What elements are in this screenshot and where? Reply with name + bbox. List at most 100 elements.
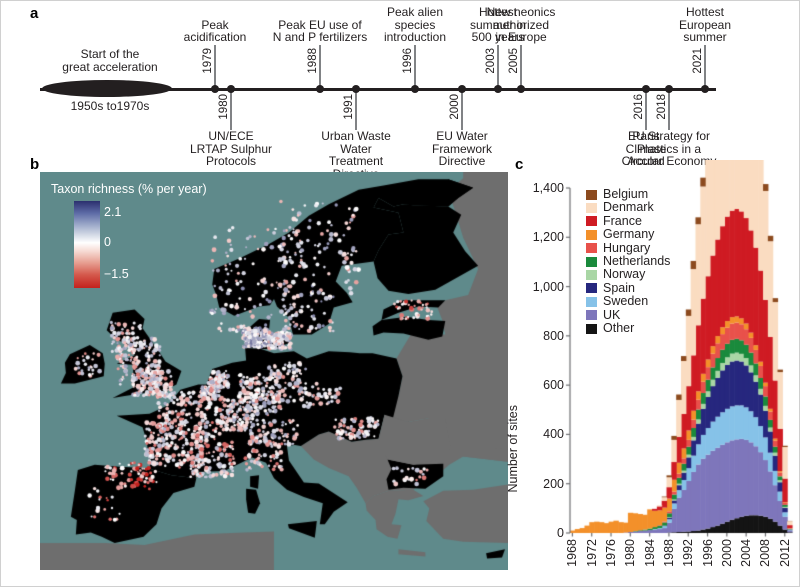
x-tick-1988: 1988 [661, 539, 676, 567]
map-legend-title: Taxon richness (% per year) [51, 182, 207, 196]
figure-root: a Start of the great acceleration 1950s … [0, 0, 800, 587]
legend-item-france[interactable]: France [586, 213, 670, 228]
timeline-stem-2005 [520, 45, 522, 88]
timeline-year-2000: 2000 [449, 94, 461, 120]
legend-label: Other [603, 320, 635, 335]
panel-b-letter: b [30, 156, 40, 173]
timeline-stem-2000 [461, 88, 463, 130]
legend-item-denmark[interactable]: Denmark [586, 200, 670, 215]
timeline-year-1991: 1991 [343, 94, 355, 120]
legend-item-norway[interactable]: Norway [586, 267, 670, 282]
timeline-label-1979: Peak acidification [183, 17, 247, 45]
map-colorbar [74, 201, 100, 288]
great-acceleration-marker [42, 80, 172, 97]
y-tick-0: 0 [557, 526, 564, 540]
legend-swatch-icon-uk [586, 310, 597, 321]
x-tick-2008: 2008 [758, 539, 773, 567]
x-tick-1980: 1980 [623, 539, 638, 567]
colorbar-tick-high: 2.1 [104, 205, 122, 219]
timeline-label-2005: New neonics authorized in Europe [486, 5, 556, 45]
timeline-stem-2016 [645, 88, 647, 130]
timeline-year-2016: 2016 [633, 94, 645, 120]
timeline-stem-1996 [414, 45, 416, 88]
timeline-stem-2021 [704, 45, 706, 88]
y-tick-1400: 1,400 [532, 181, 564, 195]
legend-item-uk[interactable]: UK [586, 307, 670, 322]
legend-swatch-icon-hungary [586, 243, 597, 254]
legend-item-netherlands[interactable]: Netherlands [586, 253, 671, 268]
timeline-label-1980: UN/ECE LRTAP Sulphur Protocols [189, 129, 273, 169]
timeline-label-2021: Hottest European summer [678, 5, 732, 45]
x-tick-1972: 1972 [584, 539, 599, 567]
y-tick-1000: 1,000 [532, 279, 564, 294]
timeline-dot-1988 [316, 85, 324, 94]
colorbar-tick-mid: 0 [104, 235, 111, 249]
legend-label: Belgium [603, 187, 649, 201]
chart-y-axis-label: Number of sites [506, 405, 520, 493]
legend-swatch-icon-germany [586, 229, 597, 240]
x-tick-2012: 2012 [777, 539, 792, 567]
y-tick-200: 200 [543, 476, 564, 491]
legend-swatch-icon-spain [586, 283, 597, 294]
legend-item-other[interactable]: Other [586, 320, 670, 335]
legend-swatch-icon-belgium [586, 189, 597, 200]
legend-label: Denmark [603, 200, 654, 215]
y-tick-400: 400 [543, 427, 564, 442]
timeline-year-1988: 1988 [307, 48, 319, 74]
legend-label: Sweden [603, 294, 649, 309]
y-tick-800: 800 [543, 328, 564, 343]
europe-map [40, 172, 508, 570]
timeline-dot-2003 [494, 85, 502, 94]
legend-item-germany[interactable]: Germany [586, 227, 670, 242]
timeline-era-sublabel: 1950s to1970s [70, 99, 150, 113]
timeline-year-2003: 2003 [485, 48, 497, 74]
timeline-stem-2018 [668, 88, 670, 130]
legend-swatch-icon-denmark [586, 203, 597, 214]
timeline-year-2018: 2018 [656, 94, 668, 120]
timeline-dot-2016 [642, 85, 650, 94]
timeline-stem-2003 [497, 45, 499, 88]
legend-item-spain[interactable]: Spain [586, 280, 670, 295]
timeline-label-1988: Peak EU use of N and P fertilizers [272, 17, 368, 45]
timeline-dot-2018 [665, 85, 673, 94]
panel-b-map: Taxon richness (% per year) 2.1 0 −1.5 [40, 172, 508, 570]
legend-label: Netherlands [603, 253, 671, 268]
legend-swatch-icon-netherlands [586, 256, 597, 267]
timeline-label-2000: EU Water Framework Directive [431, 129, 492, 169]
legend-item-hungary[interactable]: Hungary [586, 240, 670, 255]
legend-item-sweden[interactable]: Sweden [586, 294, 670, 309]
x-tick-2004: 2004 [739, 539, 754, 567]
y-tick-600: 600 [543, 378, 564, 393]
timeline-dot-1996 [411, 85, 419, 94]
timeline-stem-1988 [319, 45, 321, 88]
legend-label: Norway [603, 267, 646, 282]
colorbar-tick-low: −1.5 [104, 267, 129, 281]
x-tick-1976: 1976 [604, 539, 619, 567]
legend-swatch-icon-france [586, 216, 597, 227]
timeline-label-1996: Peak alien species introduction [383, 5, 447, 45]
legend-label: France [603, 213, 642, 228]
timeline-era-label: Start of the great acceleration [62, 47, 158, 74]
timeline-dot-2005 [517, 85, 525, 94]
legend-swatch-icon-other [586, 323, 597, 334]
panel-c-chart: c Number of sites 02004006008001,0001,20… [506, 156, 800, 587]
x-tick-1968: 1968 [565, 539, 580, 567]
x-tick-1996: 1996 [700, 539, 715, 567]
timeline-year-2021: 2021 [692, 48, 704, 74]
legend-label: Spain [603, 280, 635, 295]
legend-label: UK [603, 307, 621, 322]
legend-item-belgium[interactable]: Belgium [586, 187, 670, 201]
timeline-year-1980: 1980 [218, 94, 230, 120]
legend-label: Germany [603, 227, 655, 242]
legend-label: Hungary [603, 240, 651, 255]
timeline-dot-1980 [227, 85, 235, 94]
y-tick-1200: 1,200 [532, 230, 564, 245]
x-tick-1992: 1992 [681, 539, 696, 567]
timeline-year-1979: 1979 [202, 48, 214, 74]
chart-legend: Belgium Denmark France Germany Hungary Nether… [586, 187, 671, 335]
legend-swatch-icon-norway [586, 270, 597, 281]
panel-a-timeline: a Start of the great acceleration 1950s … [0, 0, 800, 180]
timeline-dot-1979 [211, 85, 219, 94]
timeline-dot-2000 [458, 85, 466, 94]
timeline-dot-1991 [352, 85, 360, 94]
